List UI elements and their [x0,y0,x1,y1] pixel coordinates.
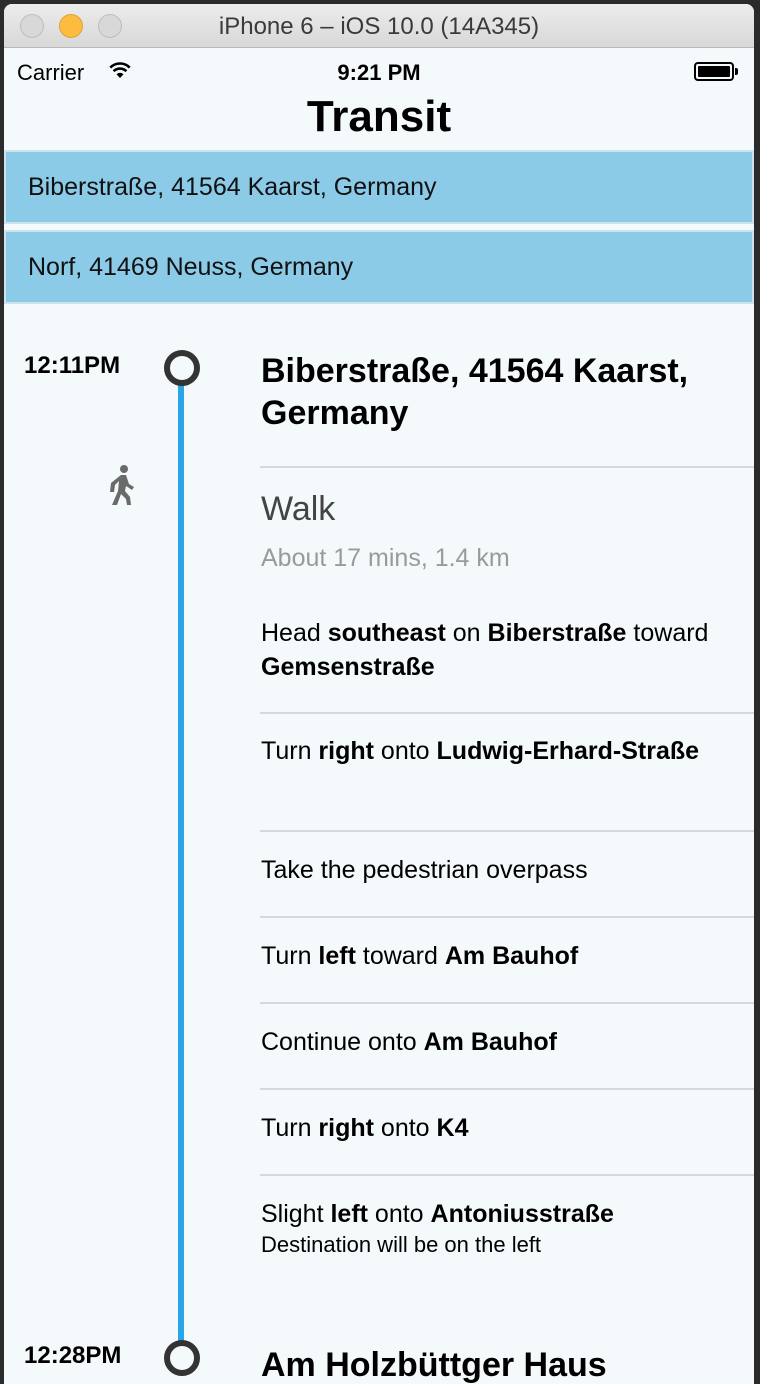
direction-step[interactable]: Turn right onto K4 [261,1111,741,1145]
step-emphasis: Antoniusstraße [430,1200,614,1228]
direction-step[interactable]: Slight left onto Antoniusstraße Destinati… [261,1197,741,1259]
step-emphasis: Ludwig-Erhard-Straße [436,737,700,765]
start-time: 12:11PM [24,352,121,379]
step-emphasis: K4 [436,1114,469,1142]
step-emphasis: Biberstraße [487,619,627,647]
travel-duration: About 17 mins, 1.4 km [261,544,510,572]
step-text: Turn [261,942,319,970]
step-text: onto [373,1114,437,1142]
step-text: on [445,619,488,647]
divider [260,916,754,918]
end-time: 12:28PM [24,1342,122,1369]
direction-step[interactable]: Head southeast on Biberstraße toward Gem… [261,616,741,684]
window-titlebar: iPhone 6 – iOS 10.0 (14A345) [4,4,754,48]
step-text: Head [261,619,328,647]
direction-step[interactable]: Turn left toward Am Bauhof [261,939,741,973]
simulator-window: iPhone 6 – iOS 10.0 (14A345) Carrier 9:2… [4,4,754,1384]
divider [260,466,754,468]
divider [260,1088,754,1090]
end-stop-name: Am Holzbüttger Haus [261,1346,607,1384]
step-emphasis: left [318,942,356,970]
step-emphasis: right [318,1114,374,1142]
step-emphasis: right [318,737,374,765]
route-timeline: 12:11PM 12:28PM Biberstraße, 41564 Kaars… [4,304,754,1384]
destination-field[interactable] [4,230,754,304]
step-emphasis: left [330,1200,368,1228]
step-emphasis: Am Bauhof [423,1028,557,1056]
origin-field[interactable] [4,150,754,224]
divider [260,1174,754,1176]
step-text: onto [373,737,437,765]
step-text: Slight [261,1200,331,1228]
start-stop-name: Biberstraße, 41564 Kaarst, Germany [261,352,689,432]
divider [260,830,754,832]
step-emphasis: southeast [327,619,446,647]
step-text: Take the pedestrian overpass [261,856,588,884]
destination-input[interactable] [28,232,728,302]
direction-step[interactable]: Continue onto Am Bauhof [261,1025,741,1059]
divider [260,712,754,714]
status-time: 9:21 PM [337,60,421,85]
battery-icon [694,62,738,81]
travel-mode: Walk [261,490,336,528]
step-emphasis: Am Bauhof [444,942,579,970]
step-text: toward [355,942,445,970]
direction-step[interactable]: Take the pedestrian overpass [261,853,741,887]
end-node [164,1340,200,1376]
origin-input[interactable] [28,152,728,222]
step-text: Turn [261,737,319,765]
step-note: Destination will be on the left [261,1232,542,1257]
window-title: iPhone 6 – iOS 10.0 (14A345) [218,13,540,40]
walking-person-icon [108,464,136,511]
step-text: Turn [261,1114,319,1142]
step-text: Continue onto [261,1028,424,1056]
step-text: toward [626,619,709,647]
step-text: onto [367,1200,431,1228]
route-line [178,370,184,1360]
status-bar: Carrier 9:21 PM [4,50,754,90]
divider [260,1002,754,1004]
start-node [164,350,200,386]
step-emphasis: Gemsenstraße [261,653,435,681]
page-title: Transit [306,92,452,141]
direction-step[interactable]: Turn right onto Ludwig-Erhard-Straße [261,734,741,768]
